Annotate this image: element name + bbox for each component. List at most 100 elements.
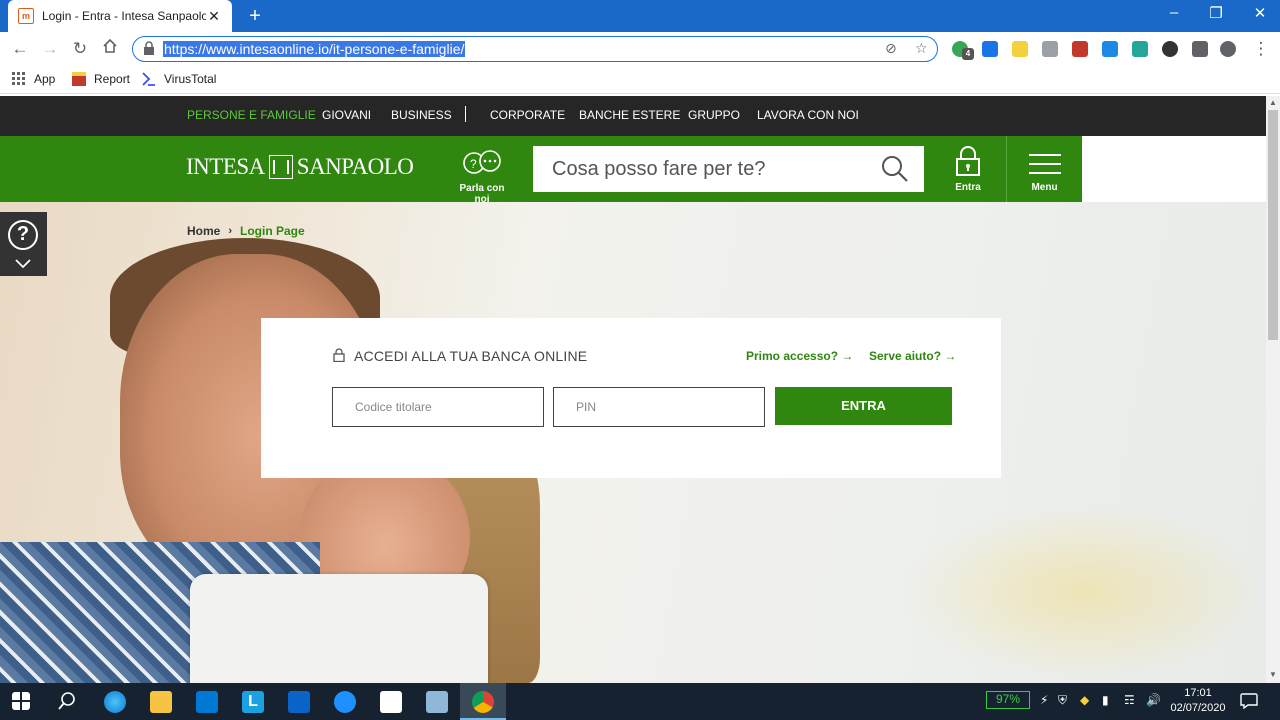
- bookmark-label: VirusTotal: [164, 72, 217, 86]
- tab-title: Login - Entra - Intesa Sanpaolo: [42, 9, 206, 23]
- extension-n-icon[interactable]: [1012, 41, 1028, 57]
- home-button[interactable]: [99, 38, 121, 60]
- volume-icon[interactable]: 🔊: [1146, 693, 1161, 707]
- site-logo[interactable]: INTESA SANPAOLO: [186, 154, 414, 180]
- internet-explorer-icon[interactable]: [334, 691, 356, 713]
- logo-text-right: SANPAOLO: [296, 154, 414, 179]
- nav-corporate[interactable]: CORPORATE: [490, 108, 565, 122]
- breadcrumb-home[interactable]: Home: [187, 224, 220, 238]
- forward-button[interactable]: →: [39, 38, 61, 60]
- system-clock[interactable]: 17:01 02/07/2020: [1168, 686, 1228, 716]
- extensions-puzzle-icon[interactable]: [1192, 41, 1208, 57]
- page-viewport: PERSONE E FAMIGLIE GIOVANI BUSINESS CORP…: [0, 96, 1266, 683]
- first-access-link[interactable]: Primo accesso? →: [746, 349, 853, 363]
- browser-tab[interactable]: m Login - Entra - Intesa Sanpaolo ✕: [8, 0, 232, 32]
- virustotal-icon: [142, 72, 155, 86]
- site-search: [533, 146, 924, 192]
- login-submit-button[interactable]: ENTRA: [775, 387, 952, 425]
- site-search-input[interactable]: [552, 146, 872, 192]
- login-card: ACCEDI ALLA TUA BANCA ONLINE Primo acces…: [261, 318, 1001, 478]
- notifications-icon[interactable]: [1240, 693, 1258, 709]
- report-icon: [72, 72, 86, 86]
- nav-persone-e-famiglie[interactable]: PERSONE E FAMIGLIE: [187, 108, 316, 122]
- user-code-input[interactable]: [332, 387, 544, 427]
- profile-avatar-icon[interactable]: [1220, 41, 1236, 57]
- maximize-button[interactable]: ❐: [1196, 4, 1236, 22]
- top-navigation: PERSONE E FAMIGLIE GIOVANI BUSINESS CORP…: [0, 96, 1266, 136]
- address-bar[interactable]: https://www.intesaonline.io/it-persone-e…: [132, 36, 938, 62]
- site-favicon-icon: m: [18, 8, 34, 24]
- extension-flag-icon[interactable]: [1042, 41, 1058, 57]
- chat-button[interactable]: ? Parla con noi: [452, 150, 512, 205]
- chrome-icon[interactable]: [472, 691, 494, 713]
- battery-indicator[interactable]: 97%: [986, 691, 1030, 709]
- bookmark-star-icon[interactable]: ☆: [915, 40, 928, 57]
- nav-lavora-con-noi[interactable]: LAVORA CON NOI: [757, 108, 859, 122]
- eye-slash-icon[interactable]: ⊘: [885, 40, 897, 57]
- bookmark-virustotal[interactable]: VirusTotal: [142, 72, 216, 86]
- header-filler: [1082, 136, 1266, 202]
- nav-giovani[interactable]: GIOVANI: [322, 108, 371, 122]
- pin-input[interactable]: [553, 387, 765, 427]
- apps-grid-icon: [12, 72, 25, 85]
- browser-menu-icon[interactable]: ⋮: [1250, 38, 1272, 60]
- lock-icon: [144, 41, 154, 55]
- chat-bubbles-icon: ?: [463, 150, 501, 174]
- entra-label: Entra: [955, 182, 981, 193]
- page-scrollbar[interactable]: ▲ ▼: [1266, 96, 1280, 683]
- windows-start-icon[interactable]: [12, 692, 30, 710]
- battery-icon[interactable]: ▮: [1102, 693, 1109, 707]
- hamburger-icon: [1029, 154, 1061, 174]
- help-widget[interactable]: ?: [0, 212, 47, 276]
- extension-plane-icon[interactable]: [1102, 41, 1118, 57]
- extension-bitwarden-icon[interactable]: [982, 41, 998, 57]
- windows-taskbar: L 97% ⚡ ⛨ ◆ ▮ ☶ 🔊 17:01 02/07/2020: [0, 683, 1280, 720]
- scroll-down-icon[interactable]: ▼: [1268, 670, 1278, 679]
- nav-divider: [465, 106, 466, 122]
- help-link[interactable]: Serve aiuto? →: [869, 349, 956, 363]
- l-app-icon[interactable]: L: [242, 691, 264, 713]
- search-icon[interactable]: [58, 692, 76, 710]
- scroll-thumb[interactable]: [1268, 110, 1278, 340]
- window-close-button[interactable]: ✕: [1240, 4, 1280, 22]
- home-icon: [103, 38, 117, 53]
- minimize-button[interactable]: –: [1154, 4, 1194, 21]
- extension-us-flag-icon[interactable]: [1072, 41, 1088, 57]
- store-icon[interactable]: [196, 691, 218, 713]
- mail-icon[interactable]: [288, 691, 310, 713]
- clock-date: 02/07/2020: [1170, 702, 1226, 714]
- extension-user-icon[interactable]: [1162, 41, 1178, 57]
- bookmark-label: Report: [94, 72, 131, 86]
- bookmark-apps[interactable]: App: [12, 72, 55, 86]
- reload-button[interactable]: ↻: [69, 38, 91, 60]
- notepad-icon[interactable]: [380, 691, 402, 713]
- bookmark-report[interactable]: Report: [72, 72, 130, 86]
- nav-banche-estere[interactable]: BANCHE ESTERE: [579, 108, 680, 122]
- scroll-up-icon[interactable]: ▲: [1268, 98, 1278, 107]
- nav-gruppo[interactable]: GRUPPO: [688, 108, 740, 122]
- shield-icon[interactable]: ⛨: [1058, 693, 1067, 708]
- search-icon[interactable]: [881, 155, 909, 183]
- chevron-down-icon: [15, 259, 31, 269]
- power-plug-icon[interactable]: ⚡: [1040, 693, 1048, 707]
- nav-business[interactable]: BUSINESS: [391, 108, 452, 122]
- hero-tablet: [190, 574, 488, 683]
- extension-badge: 4: [962, 48, 974, 60]
- browser-toolbar: ← → ↻ https://www.intesaonline.io/it-per…: [0, 32, 1280, 66]
- app-icon[interactable]: [426, 691, 448, 713]
- tray-app-icon[interactable]: ◆: [1080, 693, 1089, 707]
- logo-emblem-icon: [268, 155, 293, 179]
- edge-browser-icon[interactable]: [104, 691, 126, 713]
- entra-header-button[interactable]: Entra: [931, 136, 1005, 202]
- file-explorer-icon[interactable]: [150, 691, 172, 713]
- bookmark-label: App: [34, 72, 56, 86]
- url-text[interactable]: https://www.intesaonline.io/it-persone-e…: [163, 41, 466, 57]
- wifi-icon[interactable]: ☶: [1124, 693, 1135, 707]
- new-tab-button[interactable]: +: [244, 5, 266, 28]
- tab-close-icon[interactable]: ✕: [206, 8, 222, 25]
- svg-text:?: ?: [470, 157, 477, 171]
- back-button[interactable]: ←: [9, 38, 31, 60]
- clock-time: 17:01: [1184, 687, 1212, 699]
- menu-button[interactable]: Menu: [1006, 136, 1082, 202]
- extension-grid-icon[interactable]: [1132, 41, 1148, 57]
